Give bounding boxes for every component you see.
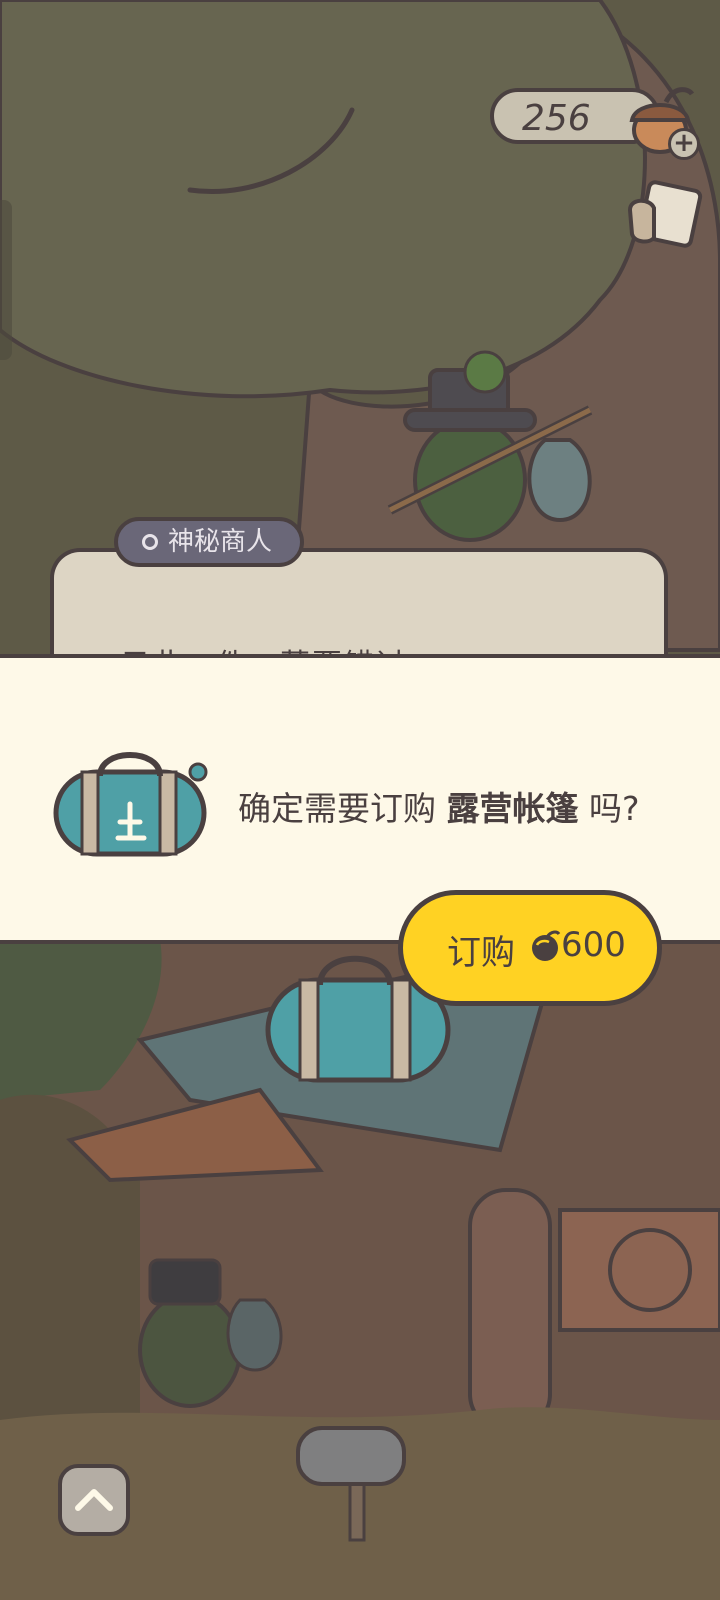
add-acorn-button[interactable]: + xyxy=(668,128,700,160)
merchant-name: 神秘商人 xyxy=(168,527,273,557)
tag-dot-icon xyxy=(142,534,158,550)
order-price: 600 xyxy=(561,925,626,965)
photo-album-icon[interactable] xyxy=(624,180,704,256)
item-name: 露营帐篷 xyxy=(446,789,579,828)
confirm-suffix: 吗? xyxy=(578,789,640,828)
acorn-icon xyxy=(532,930,561,961)
expand-menu-button[interactable] xyxy=(58,1464,130,1536)
duffel-bag-icon xyxy=(53,752,208,857)
chevron-up-icon xyxy=(75,1489,113,1511)
merchant-name-tag: 神秘商人 xyxy=(114,517,305,567)
confirm-prefix: 确定需要订购 xyxy=(238,789,447,828)
side-drawer-handle[interactable] xyxy=(0,200,12,360)
acorn-count: 256 xyxy=(522,98,591,139)
order-button-label: 订购 xyxy=(447,933,515,973)
order-button[interactable]: 订购 600 xyxy=(398,890,662,1006)
confirm-question: 确定需要订购 露营帐篷 吗? xyxy=(238,782,640,830)
